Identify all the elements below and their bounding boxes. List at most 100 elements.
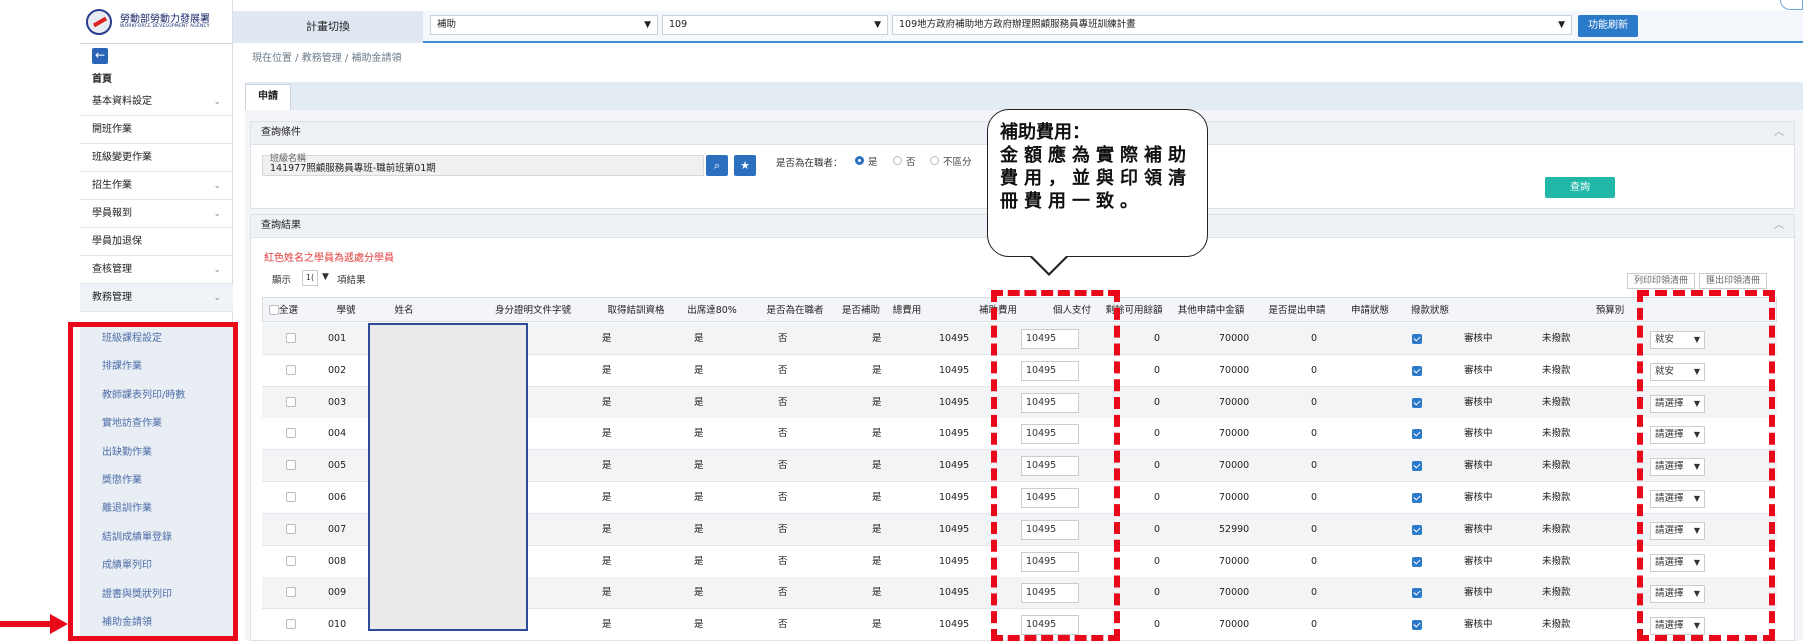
select-all-checkbox[interactable]: [269, 305, 279, 315]
column-header-0[interactable]: 全選: [279, 298, 309, 323]
sidebar-item-1[interactable]: 開班作業: [80, 116, 233, 144]
apply-checkbox[interactable]: [1412, 429, 1422, 440]
chevron-up-icon[interactable]: ︿: [1774, 215, 1784, 237]
sidebar-item-6[interactable]: 查核管理 ⌄: [80, 256, 233, 284]
plan-name-select[interactable]: 109地方政府補助地方政府辦理照顧服務員專班訓練計畫 ▼: [892, 15, 1572, 35]
is-subsidized: 是: [872, 492, 882, 503]
apply-checkbox[interactable]: [1412, 620, 1422, 631]
row-checkbox[interactable]: [286, 428, 296, 439]
other-pending: 0: [1311, 333, 1318, 344]
row-checkbox[interactable]: [286, 555, 296, 566]
is-subsidized: 是: [872, 587, 882, 599]
is-subsidized: 是: [872, 364, 882, 376]
tab-apply[interactable]: 申請: [245, 84, 291, 110]
chevron-up-icon[interactable]: ︿: [1774, 122, 1784, 144]
remaining-balance: 70000: [1219, 364, 1250, 376]
chevron-down-icon: ⌄: [213, 209, 221, 219]
sidebar-item-3[interactable]: 招生作業 ⌄: [80, 172, 233, 200]
print-roster-button[interactable]: 列印印領清冊: [1627, 273, 1695, 289]
row-checkbox[interactable]: [286, 587, 296, 598]
chevron-down-icon: ▼: [644, 20, 651, 30]
plan-type-select[interactable]: 補助 ▼: [430, 15, 658, 35]
radio-yes-label: 是: [868, 157, 878, 168]
personal-pay: 0: [1154, 396, 1161, 408]
row-checkbox[interactable]: [286, 333, 296, 343]
search-icon[interactable]: ⌕: [706, 155, 728, 176]
row-checkbox[interactable]: [286, 523, 296, 534]
logo-title: 勞動部勞動力發展署: [120, 13, 210, 25]
payment-status: 未撥款: [1542, 555, 1571, 567]
student-id: 010: [328, 619, 347, 631]
remaining-balance: 52990: [1219, 523, 1250, 535]
agency-logo[interactable]: 勞動部勞動力發展署 WORKFORCE DEVELOPMENT AGENCY: [80, 0, 233, 44]
is-employed: 否: [778, 619, 788, 631]
back-arrow-icon[interactable]: ←: [92, 48, 108, 64]
sidebar-item-7[interactable]: 教務管理 ⌄: [80, 284, 233, 312]
apply-checkbox[interactable]: [1412, 556, 1422, 567]
annotation-red-box-budget: [1637, 290, 1775, 641]
row-checkbox[interactable]: [286, 492, 296, 502]
column-header-6: 是否為在職者: [766, 305, 824, 316]
personal-pay: 0: [1154, 333, 1161, 344]
callout-tail-fill: [1031, 255, 1067, 273]
apply-checkbox[interactable]: [1412, 493, 1422, 503]
sidebar-item-2[interactable]: 班級變更作業: [80, 144, 233, 172]
page-size-select[interactable]: 1(: [302, 270, 318, 286]
sidebar-item-label: 基本資料設定: [92, 96, 152, 107]
row-checkbox[interactable]: [286, 364, 296, 375]
personal-pay: 0: [1154, 492, 1161, 503]
column-header-15: 撥款狀態: [1410, 305, 1449, 316]
other-pending: 0: [1311, 587, 1318, 599]
other-pending: 0: [1311, 492, 1318, 503]
is-subsidized: 是: [872, 555, 882, 567]
row-checkbox[interactable]: [286, 396, 296, 407]
student-id: 003: [328, 396, 347, 408]
employed-label: 是否為在職者：: [776, 158, 843, 169]
apply-status: 審核中: [1464, 555, 1493, 567]
year-select[interactable]: 109 ▼: [662, 15, 888, 35]
cert-eligible: 是: [602, 555, 612, 567]
annotation-red-arrow-head-icon: [50, 614, 68, 634]
export-roster-button[interactable]: 匯出印領清冊: [1699, 273, 1767, 289]
cert-eligible: 是: [602, 333, 612, 344]
cert-eligible: 是: [602, 523, 612, 535]
refresh-button[interactable]: 功能刷新: [1578, 15, 1638, 37]
apply-status: 審核中: [1464, 333, 1493, 344]
apply-checkbox[interactable]: [1412, 524, 1422, 535]
row-checkbox[interactable]: [286, 619, 296, 630]
attendance-80: 是: [694, 555, 704, 567]
sidebar-item-label: 教務管理: [92, 292, 132, 303]
apply-status: 審核中: [1464, 619, 1493, 631]
apply-checkbox[interactable]: [1412, 397, 1422, 408]
query-button[interactable]: 查詢: [1545, 177, 1615, 198]
sidebar-item-5[interactable]: 學員加退保: [80, 228, 233, 256]
is-subsidized: 是: [872, 396, 882, 408]
apply-checkbox[interactable]: [1412, 588, 1422, 599]
is-subsidized: 是: [872, 333, 882, 344]
star-icon[interactable]: ★: [734, 155, 756, 176]
apply-checkbox[interactable]: [1412, 461, 1422, 472]
other-pending: 0: [1311, 460, 1318, 472]
radio-no[interactable]: [893, 156, 902, 165]
chevron-down-icon[interactable]: ▼: [322, 272, 329, 282]
apply-checkbox[interactable]: [1412, 365, 1422, 376]
radio-any[interactable]: [930, 156, 939, 165]
payment-status: 未撥款: [1542, 587, 1571, 599]
callout-bubble: 補助費用： 金額應為實際補助費用，並與印領清冊費用一致。: [987, 109, 1208, 257]
apply-checkbox[interactable]: [1412, 334, 1422, 344]
other-pending: 0: [1311, 523, 1318, 535]
sidebar-home[interactable]: 首頁: [92, 70, 112, 85]
sidebar-item-4[interactable]: 學員報到 ⌄: [80, 200, 233, 228]
total-fee: 10495: [939, 619, 970, 631]
row-checkbox[interactable]: [286, 460, 296, 471]
sidebar-item-0[interactable]: 基本資料設定 ⌄: [80, 88, 233, 116]
is-employed: 否: [778, 555, 788, 567]
total-fee: 10495: [939, 523, 970, 535]
attendance-80: 是: [694, 364, 704, 376]
column-header-3: 身分證明文件字號: [494, 305, 571, 316]
radio-yes[interactable]: [855, 156, 864, 165]
column-header-12: 其他申請中金額: [1177, 305, 1245, 316]
sidebar-item-label: 學員加退保: [92, 236, 142, 247]
student-id: 002: [328, 364, 347, 376]
student-id: 007: [328, 523, 347, 535]
